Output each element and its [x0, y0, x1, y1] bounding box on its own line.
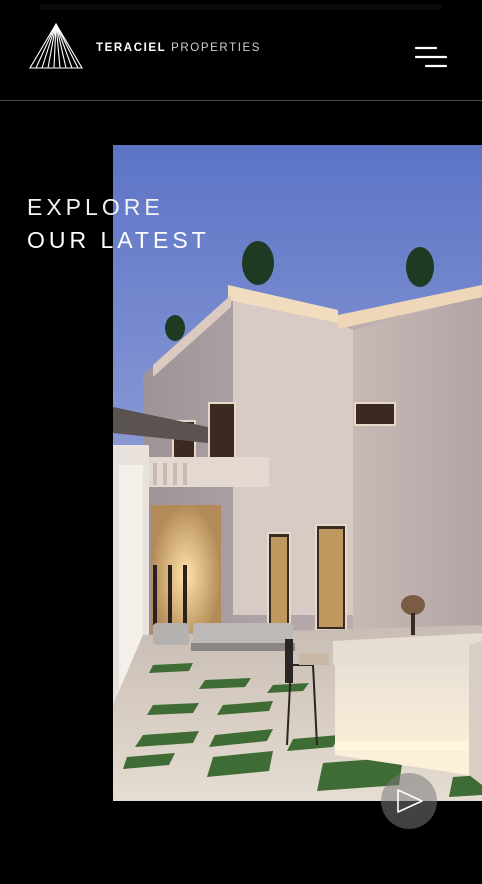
hamburger-menu-icon[interactable]: [410, 42, 452, 72]
headline-line1: EXPLORE: [27, 194, 164, 220]
site-header: TERACIEL PROPERTIES: [0, 0, 482, 100]
brand-name-bold: TERACIEL: [96, 42, 167, 54]
brand-name-light: PROPERTIES: [171, 42, 262, 54]
hero-headline: EXPLORE OUR LATEST: [27, 193, 210, 254]
headline-line2: OUR LATEST: [27, 227, 210, 253]
brand-name[interactable]: TERACIEL PROPERTIES: [96, 42, 261, 54]
triangle-logo-icon[interactable]: [28, 22, 84, 70]
play-button[interactable]: [381, 773, 437, 829]
header-divider: [0, 100, 482, 101]
app-frame: TERACIEL PROPERTIES EXPLORE OUR LATEST: [0, 0, 482, 884]
play-icon: [397, 789, 423, 813]
